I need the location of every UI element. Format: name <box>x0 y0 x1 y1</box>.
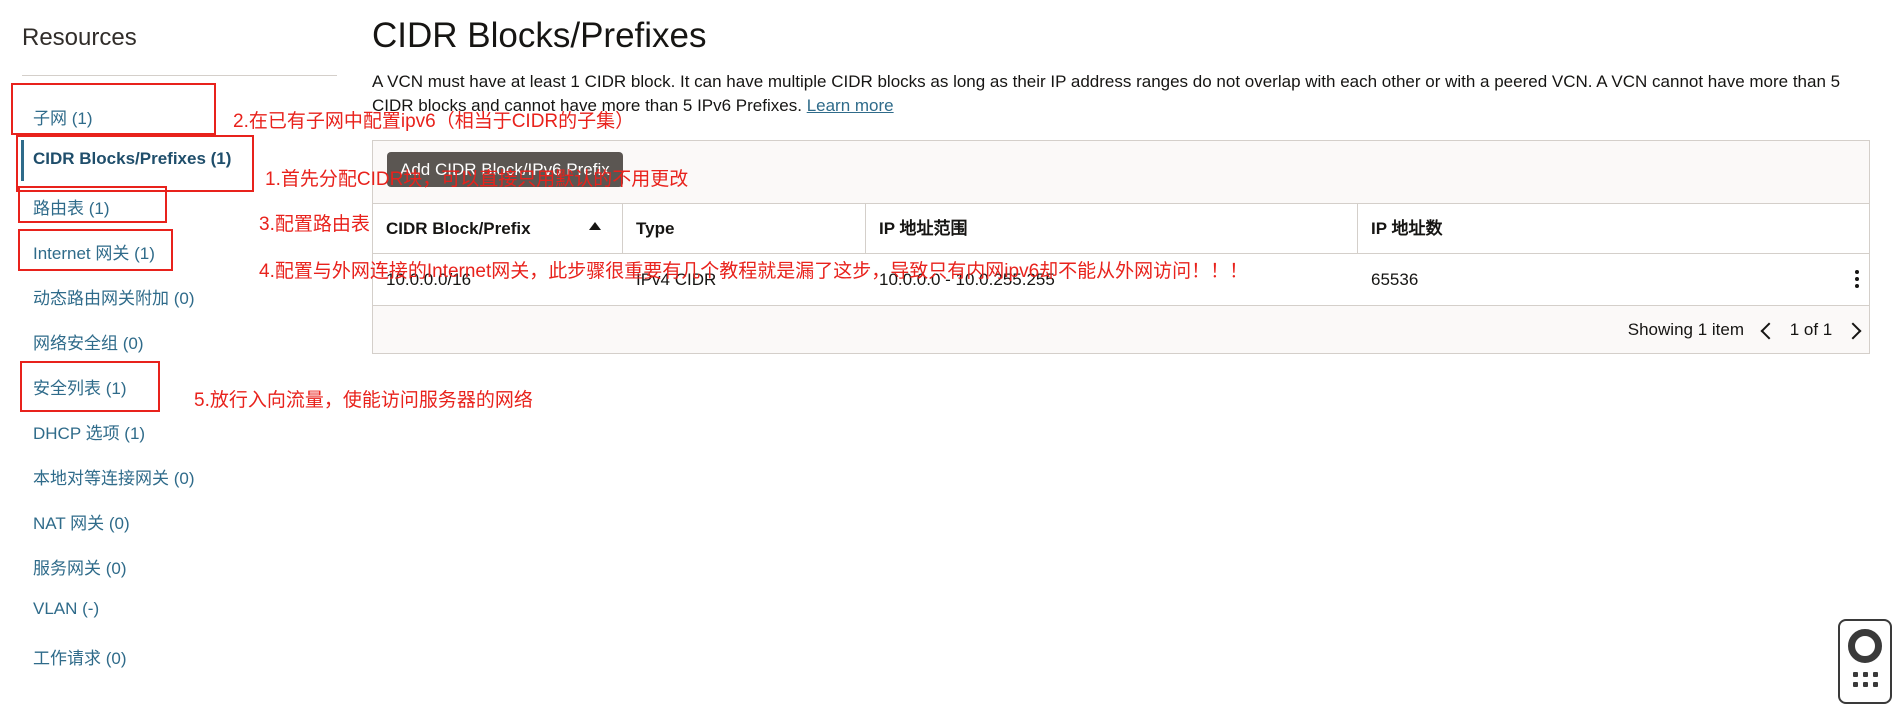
annotation-step-1: 1.首先分配CIDR块，可以直接只用默认的不用更改 <box>265 169 689 190</box>
annotation-box-internet-gateway <box>18 229 173 271</box>
sidebar-item-dhcp-options[interactable]: DHCP 选项 (1) <box>33 419 145 444</box>
sidebar-item-nat-gateways[interactable]: NAT 网关 (0) <box>33 509 130 534</box>
divider <box>22 75 337 76</box>
column-header-cidr-label: CIDR Block/Prefix <box>386 219 531 238</box>
annotation-step-4: 4.配置与外网连接的Internet网关，此步骤很重要有几个教程就是漏了这步，导… <box>259 261 1249 282</box>
sidebar-item-vlans[interactable]: VLAN (-) <box>33 599 99 619</box>
chevron-left-icon[interactable] <box>1760 322 1778 340</box>
page-title: CIDR Blocks/Prefixes <box>372 16 707 55</box>
sidebar-item-service-gateways[interactable]: 服务网关 (0) <box>33 554 127 579</box>
table-footer: Showing 1 item 1 of 1 <box>373 306 1869 354</box>
annotation-box-route-tables <box>18 186 167 223</box>
cell-ip-count: 65536 <box>1371 270 1419 289</box>
annotation-box-security-lists <box>20 361 160 412</box>
sidebar-item-network-security-groups[interactable]: 网络安全组 (0) <box>33 329 144 354</box>
row-actions-menu-icon[interactable] <box>1855 270 1859 290</box>
annotation-box-cidr <box>16 135 254 192</box>
annotation-step-5: 5.放行入向流量，使能访问服务器的网络 <box>194 390 533 411</box>
column-header-ip-range[interactable]: IP 地址范围 <box>866 204 1358 253</box>
column-header-cidr[interactable]: CIDR Block/Prefix <box>373 204 623 253</box>
item-count: Showing 1 item <box>1627 320 1744 339</box>
table-header: CIDR Block/Prefix Type IP 地址范围 IP 地址数 <box>373 203 1869 254</box>
resources-title: Resources <box>22 24 137 51</box>
annotation-box-subnets <box>11 83 216 135</box>
sort-ascending-icon[interactable] <box>589 222 601 230</box>
sidebar-item-drg-attachments[interactable]: 动态路由网关附加 (0) <box>33 284 195 309</box>
pagination: 1 of 1 <box>1760 306 1862 354</box>
help-widget[interactable] <box>1838 619 1892 704</box>
annotation-step-3: 3.配置路由表 <box>259 214 370 235</box>
annotation-step-2: 2.在已有子网中配置ipv6（相当于CIDR的子集） <box>233 111 635 132</box>
lifebuoy-icon[interactable] <box>1848 629 1882 663</box>
grid-menu-icon[interactable] <box>1853 672 1879 692</box>
learn-more-link[interactable]: Learn more <box>807 96 894 115</box>
page-indicator: 1 of 1 <box>1789 320 1833 339</box>
chevron-right-icon[interactable] <box>1844 322 1862 340</box>
column-header-type[interactable]: Type <box>623 204 866 253</box>
column-header-ip-count[interactable]: IP 地址数 <box>1358 204 1869 253</box>
sidebar-item-work-requests[interactable]: 工作请求 (0) <box>33 644 127 669</box>
sidebar-item-local-peering-gateways[interactable]: 本地对等连接网关 (0) <box>33 464 195 489</box>
